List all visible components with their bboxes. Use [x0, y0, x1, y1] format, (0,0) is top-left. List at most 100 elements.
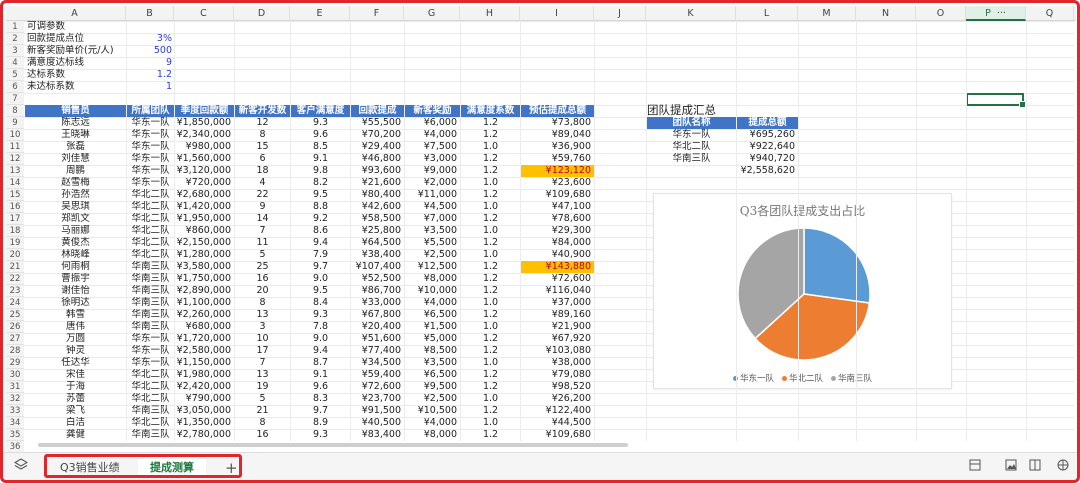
row-header[interactable]: 21 [6, 261, 24, 273]
table-cell[interactable]: 华南三队 [127, 297, 174, 309]
layout-icon[interactable] [1026, 458, 1044, 476]
table-cell[interactable]: 8.2 [291, 177, 350, 189]
row-header[interactable]: 14 [6, 177, 24, 189]
table-cell[interactable]: ¥1,500 [405, 321, 460, 333]
table-cell[interactable]: 1.0 [461, 297, 520, 309]
column-header-H[interactable]: H [460, 6, 520, 21]
table-cell[interactable]: ¥143,880 [521, 261, 594, 273]
table-cell[interactable]: 6 [235, 153, 290, 165]
table-cell[interactable]: ¥80,400 [351, 189, 404, 201]
table-cell[interactable]: ¥59,400 [351, 369, 404, 381]
table-cell[interactable]: 1.0 [461, 225, 520, 237]
param-value[interactable]: 1.2 [127, 69, 174, 81]
table-cell[interactable]: ¥122,400 [521, 405, 594, 417]
row-header[interactable]: 25 [6, 309, 24, 321]
table-cell[interactable]: ¥8,000 [405, 273, 460, 285]
spreadsheet-grid[interactable]: Q3各团队提成支出占比 华东一队 华北二队 华南三队 可调参数 回款提成点位 3% 新客奖… [24, 21, 1074, 441]
summary-amount[interactable]: ¥940,720 [737, 153, 798, 165]
table-cell[interactable]: 8.4 [291, 297, 350, 309]
table-cell[interactable]: ¥109,680 [521, 189, 594, 201]
table-cell[interactable]: 华东一队 [127, 345, 174, 357]
column-header-D[interactable]: D [234, 6, 290, 21]
column-header-C[interactable]: C [174, 6, 234, 21]
table-cell[interactable]: 1.2 [461, 285, 520, 297]
table-cell[interactable]: ¥21,600 [351, 177, 404, 189]
row-header[interactable]: 10 [6, 129, 24, 141]
table-cell[interactable]: ¥33,000 [351, 297, 404, 309]
table-cell[interactable]: 16 [235, 273, 290, 285]
table-cell[interactable]: ¥72,600 [521, 273, 594, 285]
column-header-N[interactable]: N [856, 6, 916, 21]
table-cell[interactable]: ¥86,700 [351, 285, 404, 297]
table-cell[interactable]: 1.0 [461, 321, 520, 333]
table-cell[interactable]: ¥25,800 [351, 225, 404, 237]
table-cell[interactable]: 8.5 [291, 141, 350, 153]
table-cell[interactable]: ¥10,500 [405, 405, 460, 417]
row-header[interactable]: 3 [6, 45, 24, 57]
row-header[interactable]: 24 [6, 297, 24, 309]
table-cell[interactable]: 龚健 [25, 429, 126, 441]
table-cell[interactable]: 9.7 [291, 261, 350, 273]
table-cell[interactable]: 华北二队 [127, 225, 174, 237]
table-cell[interactable]: 华东一队 [127, 141, 174, 153]
param-value[interactable]: 3% [127, 33, 174, 45]
table-header[interactable]: 季度回款额 [175, 105, 234, 117]
row-header[interactable]: 34 [6, 417, 24, 429]
row-header[interactable]: 5 [6, 69, 24, 81]
sheet-view-icon[interactable] [966, 458, 984, 476]
table-cell[interactable]: 宋佳 [25, 369, 126, 381]
row-header[interactable]: 29 [6, 357, 24, 369]
table-cell[interactable]: ¥10,000 [405, 285, 460, 297]
table-cell[interactable]: ¥20,400 [351, 321, 404, 333]
table-cell[interactable]: ¥5,500 [405, 237, 460, 249]
table-cell[interactable]: 11 [235, 237, 290, 249]
column-header-F[interactable]: F [350, 6, 404, 21]
table-cell[interactable]: ¥67,800 [351, 309, 404, 321]
row-header[interactable]: 35 [6, 429, 24, 441]
table-cell[interactable]: ¥1,350,000 [175, 417, 234, 429]
table-cell[interactable]: ¥67,920 [521, 333, 594, 345]
summary-title[interactable]: 团队提成汇总 [647, 104, 736, 117]
table-cell[interactable]: 林晓峰 [25, 249, 126, 261]
table-cell[interactable]: ¥107,400 [351, 261, 404, 273]
scroll-thumb[interactable] [38, 443, 628, 447]
table-cell[interactable]: 9.2 [291, 213, 350, 225]
row-header[interactable]: 27 [6, 333, 24, 345]
table-cell[interactable]: ¥4,000 [405, 417, 460, 429]
column-header-M[interactable]: M [798, 6, 856, 21]
table-cell[interactable]: 9.5 [291, 189, 350, 201]
table-cell[interactable]: ¥83,400 [351, 429, 404, 441]
table-cell[interactable]: ¥3,000 [405, 153, 460, 165]
table-cell[interactable]: 1.2 [461, 189, 520, 201]
table-cell[interactable]: 王晓琳 [25, 129, 126, 141]
table-cell[interactable]: 白洁 [25, 417, 126, 429]
table-cell[interactable]: 9 [235, 201, 290, 213]
table-cell[interactable]: ¥2,890,000 [175, 285, 234, 297]
table-cell[interactable]: ¥8,000 [405, 429, 460, 441]
row-header[interactable]: 23 [6, 285, 24, 297]
table-cell[interactable]: ¥89,160 [521, 309, 594, 321]
table-cell[interactable]: 15 [235, 141, 290, 153]
table-cell[interactable]: ¥980,000 [175, 141, 234, 153]
table-cell[interactable]: 马丽娜 [25, 225, 126, 237]
table-cell[interactable]: 10 [235, 333, 290, 345]
table-cell[interactable]: ¥6,500 [405, 309, 460, 321]
table-cell[interactable]: ¥29,400 [351, 141, 404, 153]
table-cell[interactable]: 8 [235, 417, 290, 429]
table-cell[interactable]: ¥2,420,000 [175, 381, 234, 393]
param-value[interactable]: 500 [127, 45, 174, 57]
table-header[interactable]: 新客开发数 [235, 105, 290, 117]
table-cell[interactable]: 1.2 [461, 405, 520, 417]
row-header[interactable]: 20 [6, 249, 24, 261]
table-cell[interactable]: 1.2 [461, 129, 520, 141]
table-cell[interactable]: ¥4,000 [405, 297, 460, 309]
table-header[interactable]: 销售员 [25, 105, 126, 117]
row-header[interactable]: 33 [6, 405, 24, 417]
layers-icon[interactable] [12, 458, 30, 476]
table-cell[interactable]: ¥8,500 [405, 345, 460, 357]
table-cell[interactable]: ¥38,000 [521, 357, 594, 369]
table-cell[interactable]: 1.2 [461, 381, 520, 393]
table-cell[interactable]: ¥3,050,000 [175, 405, 234, 417]
table-cell[interactable]: 7 [235, 357, 290, 369]
param-value[interactable]: 1 [127, 81, 174, 93]
